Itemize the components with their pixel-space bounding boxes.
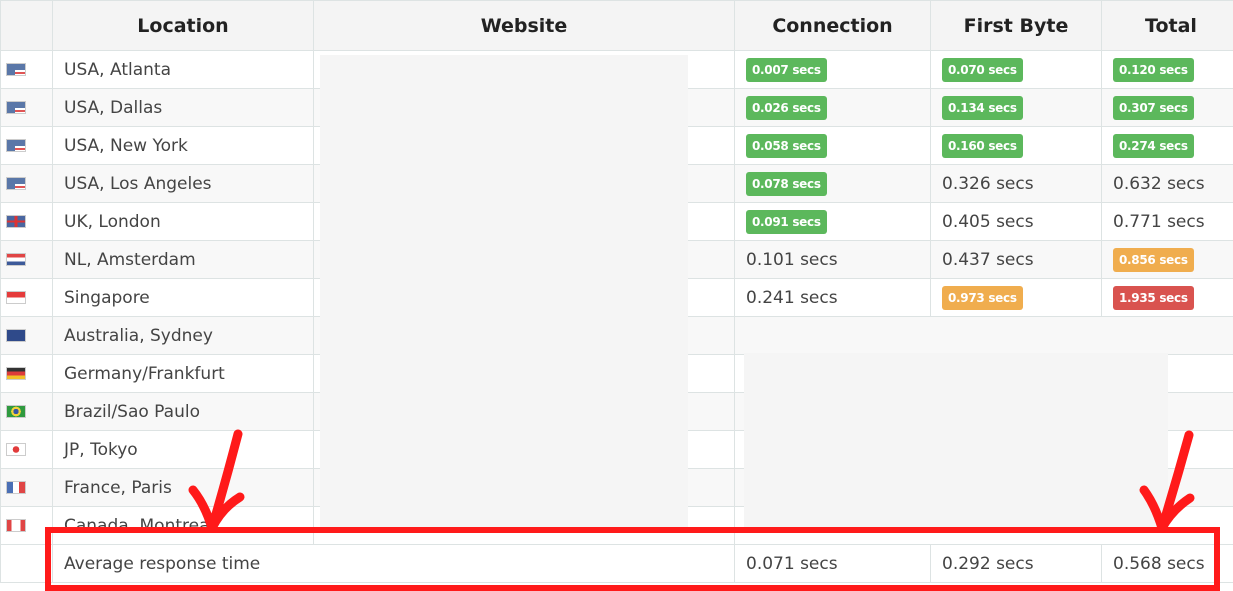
- flag-cell: [0, 50, 53, 89]
- flag-cell: [0, 506, 53, 545]
- connection-cell: 0.091 secs: [734, 202, 931, 241]
- first-byte-badge: 0.070 secs: [942, 57, 1023, 82]
- first-byte-cell: 0.973 secs: [930, 278, 1102, 317]
- total-badge: 0.307 secs: [1113, 95, 1194, 120]
- sg-flag-icon: [6, 291, 26, 304]
- total-cell: 0.771 secs: [1101, 202, 1233, 241]
- uk-flag-icon: [6, 215, 26, 228]
- location-cell: Brazil/Sao Paulo: [52, 392, 314, 431]
- flag-cell: [0, 316, 53, 355]
- flag-cell: [0, 354, 53, 393]
- total-badge: 0.274 secs: [1113, 133, 1194, 158]
- header-total[interactable]: Total: [1101, 0, 1233, 51]
- first-byte-cell: 0.405 secs: [930, 202, 1102, 241]
- total-badge: 0.856 secs: [1113, 247, 1194, 272]
- br-flag-icon: [6, 405, 26, 418]
- average-label: Average response time: [52, 544, 735, 583]
- location-cell: USA, Los Angeles: [52, 164, 314, 203]
- location-cell: UK, London: [52, 202, 314, 241]
- flag-cell: [0, 430, 53, 469]
- us-flag-icon: [6, 139, 26, 152]
- average-row: Average response time 0.071 secs 0.292 s…: [0, 544, 1233, 583]
- header-location[interactable]: Location: [52, 0, 314, 51]
- au-flag-icon: [6, 329, 26, 342]
- header-flag: [0, 0, 53, 51]
- location-cell: Germany/Frankfurt: [52, 354, 314, 393]
- us-flag-icon: [6, 63, 26, 76]
- total-cell: 1.935 secs: [1101, 278, 1233, 317]
- flag-cell: [0, 278, 53, 317]
- first-byte-cell: 0.160 secs: [930, 126, 1102, 165]
- redacted-website-column: [320, 55, 688, 527]
- connection-badge: 0.007 secs: [746, 57, 827, 82]
- jp-flag-icon: [6, 443, 26, 456]
- location-cell: Canada, Montreal: [52, 506, 314, 545]
- first-byte-cell: 0.134 secs: [930, 88, 1102, 127]
- redacted-results-area: [744, 353, 1168, 528]
- nl-flag-icon: [6, 253, 26, 266]
- header-first-byte[interactable]: First Byte: [930, 0, 1102, 51]
- average-total: 0.568 secs: [1101, 544, 1233, 583]
- total-badge: 0.120 secs: [1113, 57, 1194, 82]
- de-flag-icon: [6, 367, 26, 380]
- header-website[interactable]: Website: [313, 0, 735, 51]
- location-cell: Singapore: [52, 278, 314, 317]
- connection-cell: 0.101 secs: [734, 240, 931, 279]
- location-cell: USA, New York: [52, 126, 314, 165]
- total-badge: 1.935 secs: [1113, 285, 1194, 310]
- fr-flag-icon: [6, 481, 26, 494]
- connection-cell: 0.241 secs: [734, 278, 931, 317]
- connection-badge: 0.058 secs: [746, 133, 827, 158]
- ca-flag-icon: [6, 519, 26, 532]
- flag-cell: [0, 164, 53, 203]
- first-byte-badge: 0.973 secs: [942, 285, 1023, 310]
- location-cell: JP, Tokyo: [52, 430, 314, 469]
- total-cell: 0.856 secs: [1101, 240, 1233, 279]
- location-cell: USA, Atlanta: [52, 50, 314, 89]
- first-byte-badge: 0.160 secs: [942, 133, 1023, 158]
- flag-cell: [0, 202, 53, 241]
- first-byte-badge: 0.134 secs: [942, 95, 1023, 120]
- connection-cell: 0.058 secs: [734, 126, 931, 165]
- first-byte-cell: 0.070 secs: [930, 50, 1102, 89]
- header-connection[interactable]: Connection: [734, 0, 931, 51]
- flag-cell: [0, 126, 53, 165]
- first-byte-cell: 0.437 secs: [930, 240, 1102, 279]
- flag-cell: [0, 544, 53, 583]
- location-cell: Australia, Sydney: [52, 316, 314, 355]
- header-row: Location Website Connection First Byte T…: [0, 0, 1233, 51]
- location-cell: France, Paris: [52, 468, 314, 507]
- total-cell: 0.632 secs: [1101, 164, 1233, 203]
- us-flag-icon: [6, 101, 26, 114]
- flag-cell: [0, 88, 53, 127]
- first-byte-cell: 0.326 secs: [930, 164, 1102, 203]
- total-cell: 0.274 secs: [1101, 126, 1233, 165]
- connection-cell: 0.078 secs: [734, 164, 931, 203]
- location-cell: NL, Amsterdam: [52, 240, 314, 279]
- flag-cell: [0, 240, 53, 279]
- location-cell: USA, Dallas: [52, 88, 314, 127]
- total-cell: 0.120 secs: [1101, 50, 1233, 89]
- us-flag-icon: [6, 177, 26, 190]
- total-cell: 0.307 secs: [1101, 88, 1233, 127]
- flag-cell: [0, 392, 53, 431]
- connection-badge: 0.078 secs: [746, 171, 827, 196]
- average-connection: 0.071 secs: [734, 544, 931, 583]
- connection-badge: 0.091 secs: [746, 209, 827, 234]
- average-first-byte: 0.292 secs: [930, 544, 1102, 583]
- connection-cell: 0.026 secs: [734, 88, 931, 127]
- connection-badge: 0.026 secs: [746, 95, 827, 120]
- connection-cell: 0.007 secs: [734, 50, 931, 89]
- flag-cell: [0, 468, 53, 507]
- results-cell: [734, 316, 1233, 355]
